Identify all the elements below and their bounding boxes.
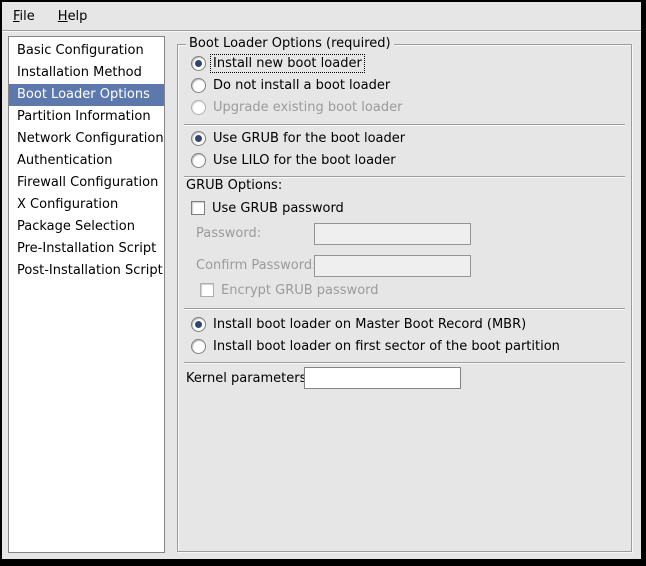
kickstart-configurator-window: File Help Basic Configuration Installati… — [0, 0, 646, 566]
sidebar-category-list: Basic Configuration Installation Method … — [8, 36, 165, 553]
radio-install-on-first-sector[interactable]: Install boot loader on first sector of t… — [191, 336, 562, 356]
radio-do-not-install-boot-loader[interactable]: Do not install a boot loader — [191, 75, 392, 95]
sidebar-item-basic-configuration[interactable]: Basic Configuration — [9, 40, 164, 62]
install-on-mbr-label: Install boot loader on Master Boot Recor… — [211, 316, 528, 333]
sidebar-item-package-selection[interactable]: Package Selection — [9, 216, 164, 238]
radio-unselected-icon — [191, 153, 206, 168]
sidebar-item-authentication[interactable]: Authentication — [9, 150, 164, 172]
boot-loader-options-frame: Boot Loader Options (required) Install n… — [177, 44, 632, 552]
radio-upgrade-existing-boot-loader: Upgrade existing boot loader — [191, 97, 404, 117]
encrypt-grub-password-label: Encrypt GRUB password — [219, 282, 381, 299]
sidebar-item-boot-loader-options[interactable]: Boot Loader Options — [9, 84, 164, 106]
sidebar-item-pre-installation-script[interactable]: Pre-Installation Script — [9, 238, 164, 260]
grub-confirm-password-input — [314, 255, 471, 277]
grub-password-input — [314, 223, 471, 245]
sidebar-item-x-configuration[interactable]: X Configuration — [9, 194, 164, 216]
radio-use-lilo[interactable]: Use LILO for the boot loader — [191, 150, 398, 170]
radio-use-grub-label: Use GRUB for the boot loader — [211, 130, 407, 147]
kernel-parameters-input[interactable] — [304, 367, 461, 389]
kernel-parameters-label: Kernel parameters: — [186, 371, 311, 386]
radio-selected-icon — [191, 317, 206, 332]
menubar: File Help — [2, 2, 641, 31]
radio-install-on-mbr[interactable]: Install boot loader on Master Boot Recor… — [191, 314, 528, 334]
radio-unselected-icon — [191, 78, 206, 93]
radio-unselected-icon — [191, 339, 206, 354]
checkbox-use-grub-password[interactable]: Use GRUB password — [191, 198, 346, 218]
radio-upgrade-existing-label: Upgrade existing boot loader — [211, 99, 404, 116]
radio-use-lilo-label: Use LILO for the boot loader — [211, 152, 398, 169]
radio-install-new-boot-loader[interactable]: Install new boot loader — [191, 53, 364, 73]
menu-help[interactable]: Help — [53, 6, 93, 27]
radio-disabled-icon — [191, 100, 206, 115]
menu-file[interactable]: File — [8, 6, 40, 27]
radio-do-not-install-label: Do not install a boot loader — [211, 77, 392, 94]
use-grub-password-label: Use GRUB password — [210, 200, 346, 217]
sidebar-item-installation-method[interactable]: Installation Method — [9, 62, 164, 84]
frame-title: Boot Loader Options (required) — [186, 36, 394, 51]
sidebar-item-network-configuration[interactable]: Network Configuration — [9, 128, 164, 150]
separator — [184, 308, 625, 310]
password-label: Password: — [196, 226, 261, 241]
grub-options-heading: GRUB Options: — [186, 178, 282, 193]
install-on-first-sector-label: Install boot loader on first sector of t… — [211, 338, 562, 355]
radio-selected-icon — [191, 131, 206, 146]
checkbox-unchecked-icon — [191, 201, 205, 215]
radio-selected-icon — [191, 56, 206, 71]
radio-install-new-label: Install new boot loader — [211, 55, 364, 72]
separator — [184, 124, 625, 126]
sidebar-item-partition-information[interactable]: Partition Information — [9, 106, 164, 128]
checkbox-encrypt-grub-password: Encrypt GRUB password — [200, 280, 381, 300]
separator — [184, 362, 625, 364]
radio-use-grub[interactable]: Use GRUB for the boot loader — [191, 128, 407, 148]
sidebar-item-firewall-configuration[interactable]: Firewall Configuration — [9, 172, 164, 194]
checkbox-disabled-icon — [200, 283, 214, 297]
confirm-password-label: Confirm Password: — [196, 258, 316, 273]
sidebar-item-post-installation-script[interactable]: Post-Installation Script — [9, 260, 164, 282]
